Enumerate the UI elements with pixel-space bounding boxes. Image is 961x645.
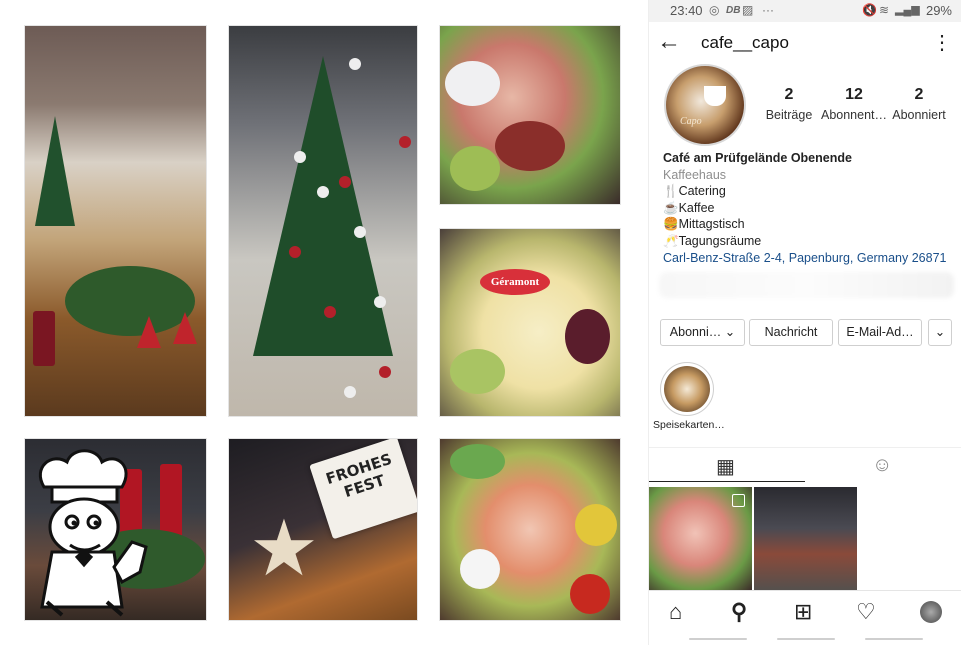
avatar-brand-text: Capo [680,116,702,127]
bio-line: ☕Kaffee [663,200,715,215]
heart-icon[interactable]: ♡ [856,599,876,625]
signal-icon: ▂▄▆ [895,4,920,16]
bio-line: 🥂Tagungsräume [663,233,762,248]
tomatoes [570,574,610,614]
photo-meat-platter [440,26,620,204]
cheese-brand-label: Géramont [480,269,550,295]
ornament [339,176,351,188]
add-icon[interactable]: ⊞ [794,599,812,625]
dark-grapes [565,309,610,364]
more-options-icon[interactable]: ⋮ [932,30,952,55]
system-nav-segment[interactable] [777,638,835,640]
profile-username: cafe__capo [701,33,789,52]
star-icon: ★ [249,504,319,592]
salami [495,121,565,171]
profile-header: ← cafe__capo ⋮ [649,22,961,62]
profile-avatar[interactable]: Capo [664,64,746,146]
christmas-tree [253,56,393,356]
cucumber-slices [450,444,505,479]
chef-thumbs-up-icon [38,449,148,617]
battery-level: 29% [925,3,952,18]
blurred-region [659,272,954,298]
following-button[interactable]: Abonni… ⌄ [660,319,745,346]
bio-line: 🍔Mittagstisch [663,217,745,232]
stat-following[interactable]: 2 Abonniert [884,86,954,122]
ornament [289,246,301,258]
profile-tabs: ▦ ☺ [649,447,961,484]
stat-followers[interactable]: 12 Abonnent… [819,86,889,122]
message-button[interactable]: Nachricht [749,319,833,346]
instagram-profile-screen: 23:40 ◎ DB ▨ ··· 🔇 ≋ ▂▄▆ 29% ← cafe__cap… [648,0,961,645]
status-bar: 23:40 ◎ DB ▨ ··· 🔇 ≋ ▂▄▆ 29% [649,0,961,22]
status-time: 23:40 [670,3,703,18]
system-nav-bar [649,633,961,645]
highlight-cover [664,366,710,412]
home-icon[interactable]: ⌂ [669,599,682,625]
story-highlight[interactable] [660,362,714,416]
dip-bowl [445,61,500,106]
stat-label: Abonniert [892,108,946,122]
red-candle [33,311,55,366]
photo-christmas-tree [229,26,417,416]
photo-fish-meat-platter [440,439,620,620]
grid-post[interactable] [649,487,752,590]
ornament [399,136,411,148]
profile-bio: Café am Prüfgelände Obenende Kaffeehaus … [663,150,958,266]
profile-icon[interactable] [920,601,942,623]
profile-display-name: Café am Prüfgelände Obenende [663,151,852,165]
ornament [324,306,336,318]
stat-value: 12 [845,86,863,103]
stat-posts[interactable]: 2 Beiträge [754,86,824,122]
frohes-fest-lightbox: FROHES FEST [309,439,417,540]
wifi-icon: ≋ [879,3,890,17]
system-nav-segment[interactable] [865,638,923,640]
profile-address-link[interactable]: Carl-Benz-Straße 2-4, Papenburg, Germany… [663,250,958,267]
grid-tab-icon[interactable]: ▦ [716,454,735,479]
tagged-tab-icon[interactable]: ☺ [872,454,892,477]
system-nav-segment[interactable] [689,638,747,640]
following-label: Abonni… [669,325,722,339]
ornament [374,296,386,308]
multiple-photos-icon [732,494,745,507]
photo-cafe-interior [25,26,206,416]
ornament [379,366,391,378]
stat-value: 2 [784,86,794,103]
ornament [317,186,329,198]
bottom-navigation: ⌂ ⚲ ⊞ ♡ [649,590,961,633]
ornament [349,58,361,70]
gnome-hat [173,312,197,344]
mustard-bowl [575,504,617,546]
grid-post[interactable] [754,487,857,590]
small-tree [35,116,75,226]
coffee-cup-icon [704,86,726,106]
bio-line: 🍴Catering [663,184,726,199]
grapes [450,349,505,394]
suggestions-dropdown-button[interactable]: ⌄ [928,319,952,346]
photo-frohes-fest: FROHES FEST ★ [229,439,417,620]
image-icon: ▨ [742,3,754,17]
db-icon: DB [726,5,741,16]
ornament [294,151,306,163]
instagram-icon: ◎ [709,3,720,17]
mute-icon: 🔇 [862,3,877,17]
ellipsis-icon: ··· [762,3,774,17]
chevron-down-icon: ⌄ [724,325,736,339]
stat-label: Beiträge [765,108,813,122]
email-button[interactable]: E-Mail-Ad… [838,319,922,346]
profile-category: Kaffeehaus [663,167,727,182]
photo-cheese-platter: Géramont [440,229,620,416]
ornament [344,386,356,398]
chevron-down-icon: ⌄ [934,325,946,339]
highlight-label: Speisekarten… [653,419,725,431]
active-tab-indicator [649,481,805,482]
stat-label: Abonnent… [820,108,888,122]
grapes [450,146,500,191]
stat-value: 2 [914,86,924,103]
back-arrow-icon[interactable]: ← [657,28,681,56]
advent-candle [160,464,182,539]
cream-bowl [460,549,500,589]
ornament [354,226,366,238]
gnome-hat [137,316,161,348]
search-icon[interactable]: ⚲ [731,599,747,625]
